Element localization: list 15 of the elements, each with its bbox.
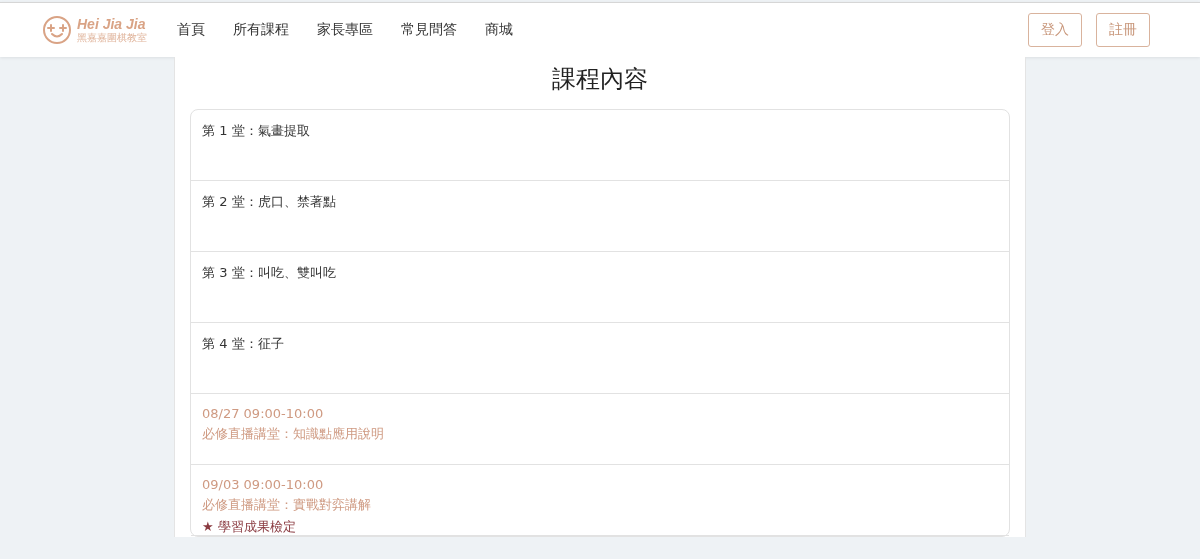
nav-link[interactable]: 所有課程 [233,21,289,39]
lesson-title[interactable]: 第 4 堂：征子 [202,335,998,353]
logo-subtitle: 黑嘉嘉圍棋教室 [77,32,147,44]
live-session-time: 08/27 09:00-10:00 [202,406,325,421]
nav-link[interactable]: 家長專區 [317,21,373,39]
live-session-time: 09/03 09:00-10:00 [202,477,325,492]
lesson-title[interactable]: 第 1 堂：氣畫提取 [202,122,998,140]
nav-link[interactable]: 首頁 [177,21,205,39]
lesson-title[interactable]: 第 2 堂：虎口、禁著點 [202,193,998,211]
nav-link[interactable]: 常見問答 [401,21,457,39]
page-heading: 課程內容 [551,64,649,95]
smiley-logo-icon[interactable] [42,15,72,45]
nav-link[interactable]: 商城 [485,21,513,39]
assessment-note: ★ 學習成果檢定 [202,518,297,536]
lesson-title[interactable]: 第 3 堂：叫吃、雙叫吃 [202,264,998,282]
